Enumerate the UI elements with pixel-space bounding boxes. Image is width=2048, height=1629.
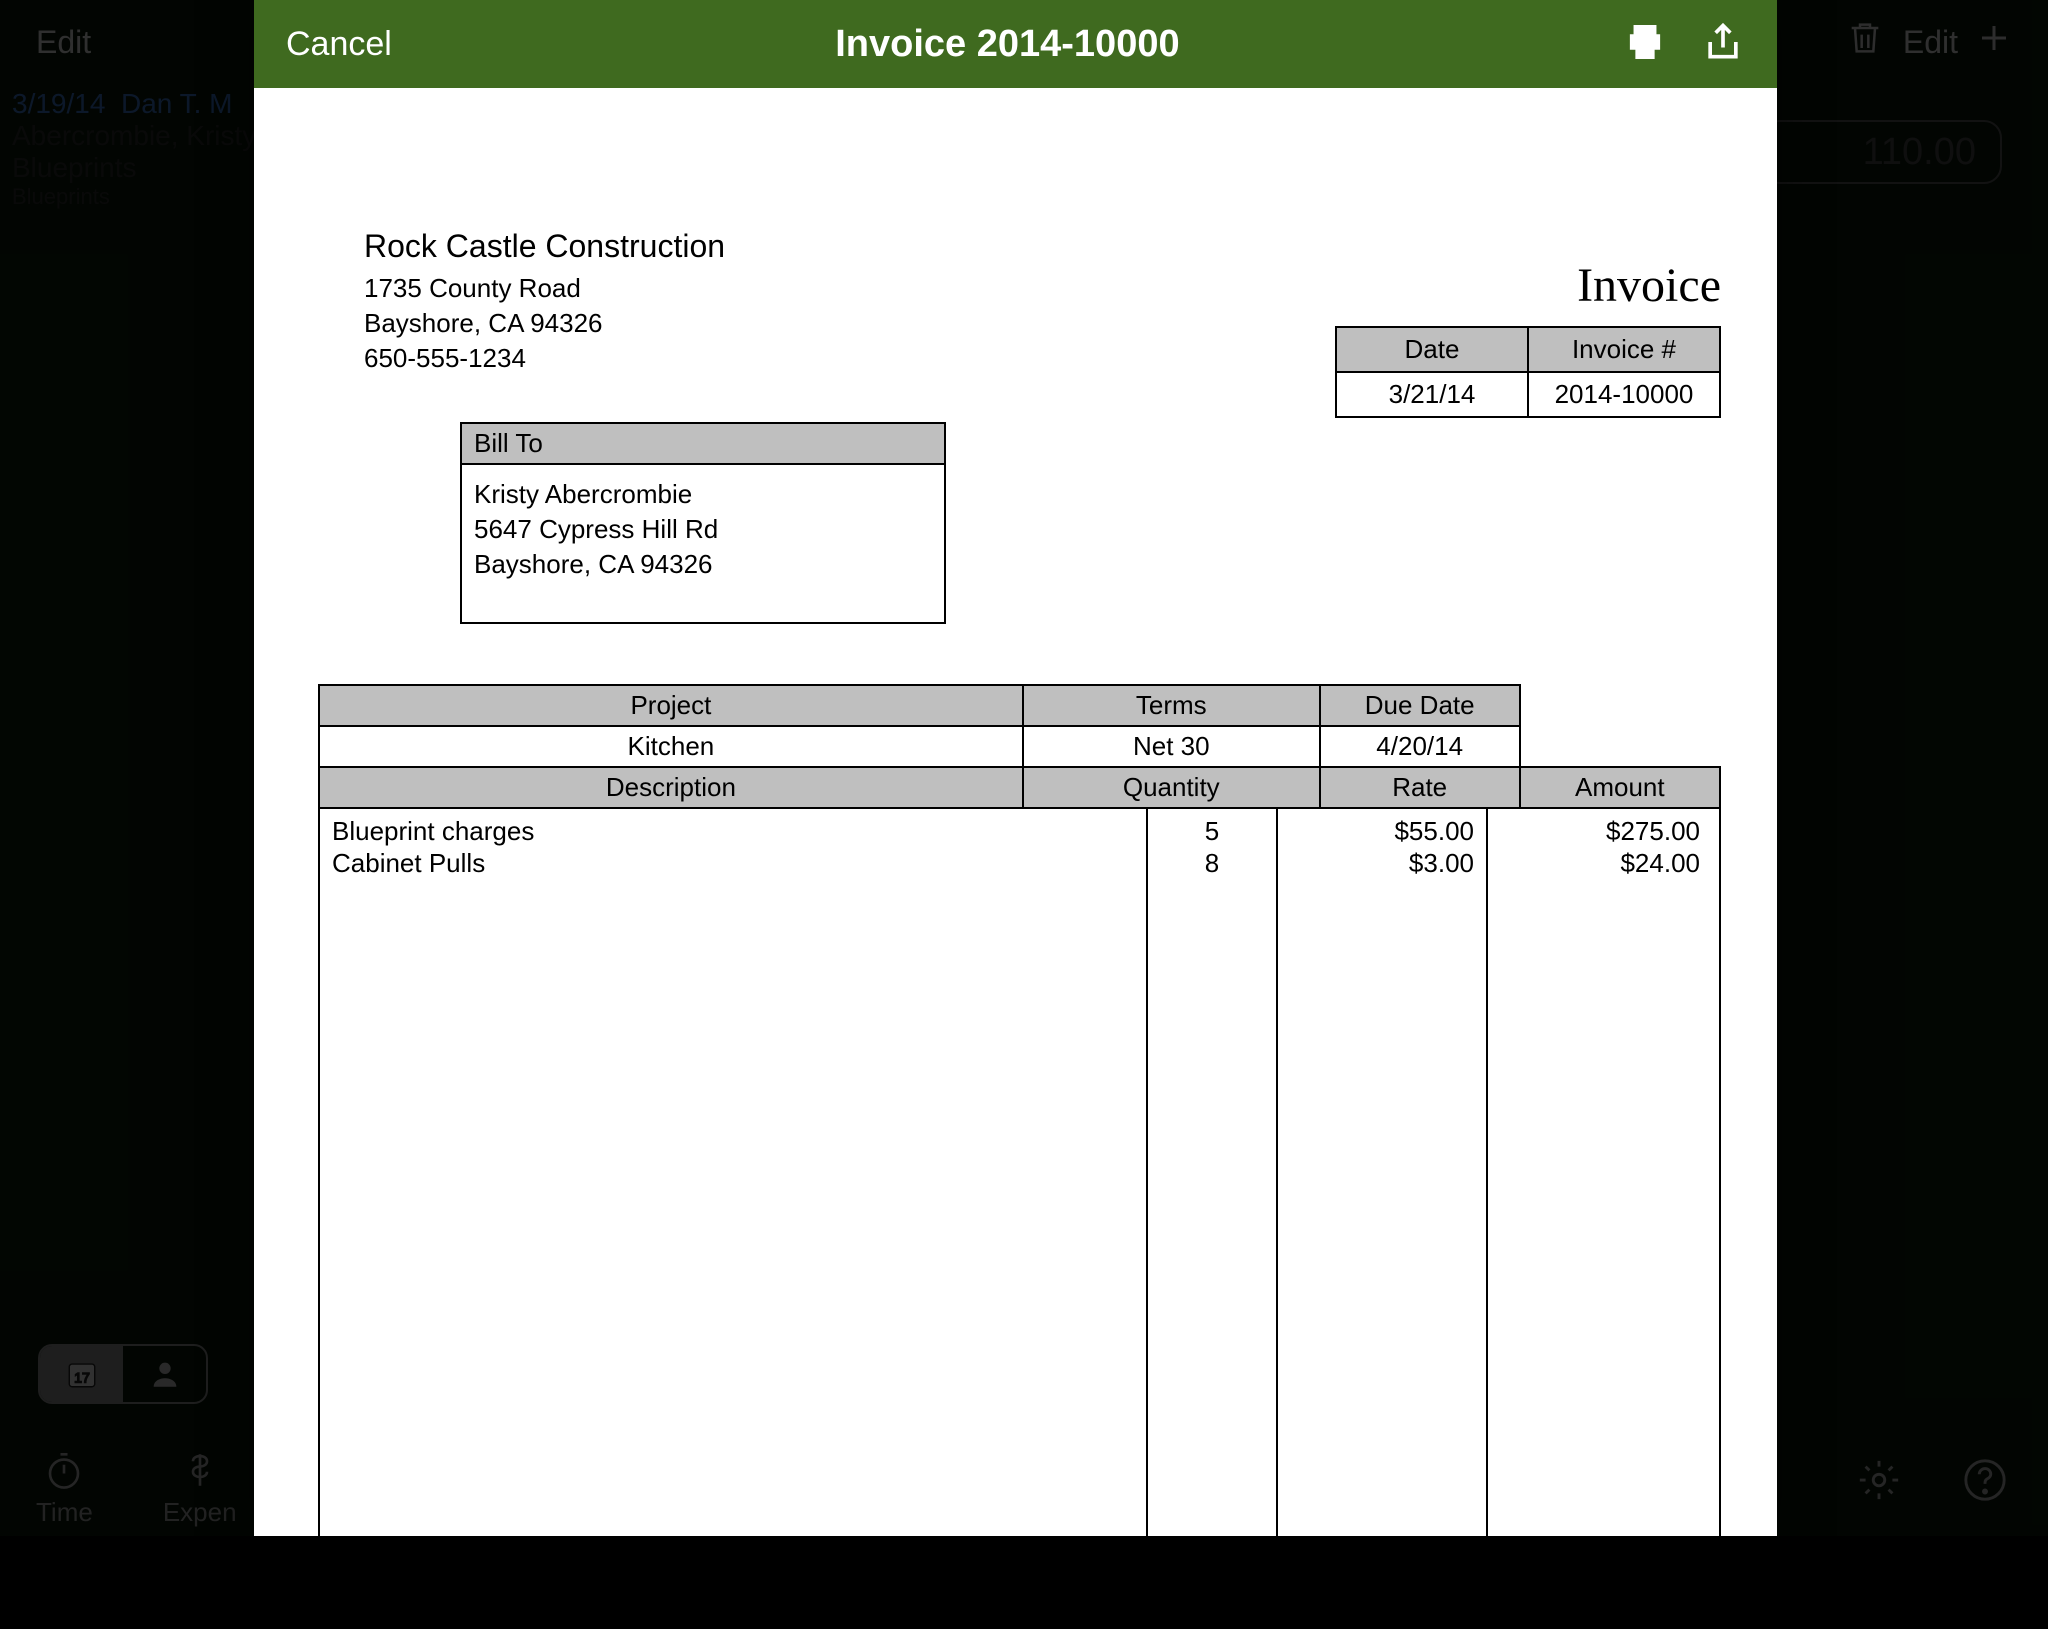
company-phone: 650-555-1234 (364, 341, 725, 376)
item-desc: Cabinet Pulls (332, 847, 1134, 879)
item-rate: $3.00 (1290, 847, 1474, 879)
meta-date-header: Date (1336, 327, 1528, 372)
item-desc: Blueprint charges (332, 815, 1134, 847)
item-rate: $55.00 (1290, 815, 1474, 847)
billto-addr1: 5647 Cypress Hill Rd (474, 512, 932, 547)
company-addr1: 1735 County Road (364, 271, 725, 306)
billto-box: Bill To Kristy Abercrombie 5647 Cypress … (460, 422, 946, 624)
desc-header: Description (319, 767, 1023, 808)
amount-header: Amount (1520, 767, 1720, 808)
project-header: Project (319, 685, 1023, 726)
print-icon[interactable] (1623, 20, 1667, 69)
meta-number-header: Invoice # (1528, 327, 1720, 372)
qty-header: Quantity (1023, 767, 1320, 808)
billto-name: Kristy Abercrombie (474, 477, 932, 512)
invoice-page: Rock Castle Construction 1735 County Roa… (254, 88, 1777, 1536)
modal-header: Cancel Invoice 2014-10000 (254, 0, 1777, 88)
company-name: Rock Castle Construction (364, 228, 725, 265)
meta-number: 2014-10000 (1528, 372, 1720, 417)
terms-header: Terms (1023, 685, 1320, 726)
items-body: Blueprint charges Cabinet Pulls 5 8 $55.… (318, 809, 1721, 1629)
invoice-modal: Cancel Invoice 2014-10000 Rock Castle Co… (254, 0, 1777, 1536)
billto-header: Bill To (462, 424, 944, 465)
duedate-header: Due Date (1320, 685, 1520, 726)
duedate-value: 4/20/14 (1320, 726, 1520, 767)
modal-title: Invoice 2014-10000 (392, 23, 1623, 66)
share-icon[interactable] (1701, 20, 1745, 69)
item-qty: 5 (1160, 815, 1264, 847)
item-qty: 8 (1160, 847, 1264, 879)
project-value: Kitchen (319, 726, 1023, 767)
item-amount: $24.00 (1500, 847, 1700, 879)
item-amount: $275.00 (1500, 815, 1700, 847)
rate-header: Rate (1320, 767, 1520, 808)
project-table: Project Terms Due Date Kitchen Net 30 4/… (318, 684, 1721, 809)
cancel-button[interactable]: Cancel (286, 25, 392, 64)
company-addr2: Bayshore, CA 94326 (364, 306, 725, 341)
meta-date: 3/21/14 (1336, 372, 1528, 417)
invoice-label: Invoice (1577, 258, 1721, 313)
terms-value: Net 30 (1023, 726, 1320, 767)
invoice-meta-table: Date Invoice # 3/21/14 2014-10000 (1335, 326, 1721, 418)
billto-addr2: Bayshore, CA 94326 (474, 547, 932, 582)
